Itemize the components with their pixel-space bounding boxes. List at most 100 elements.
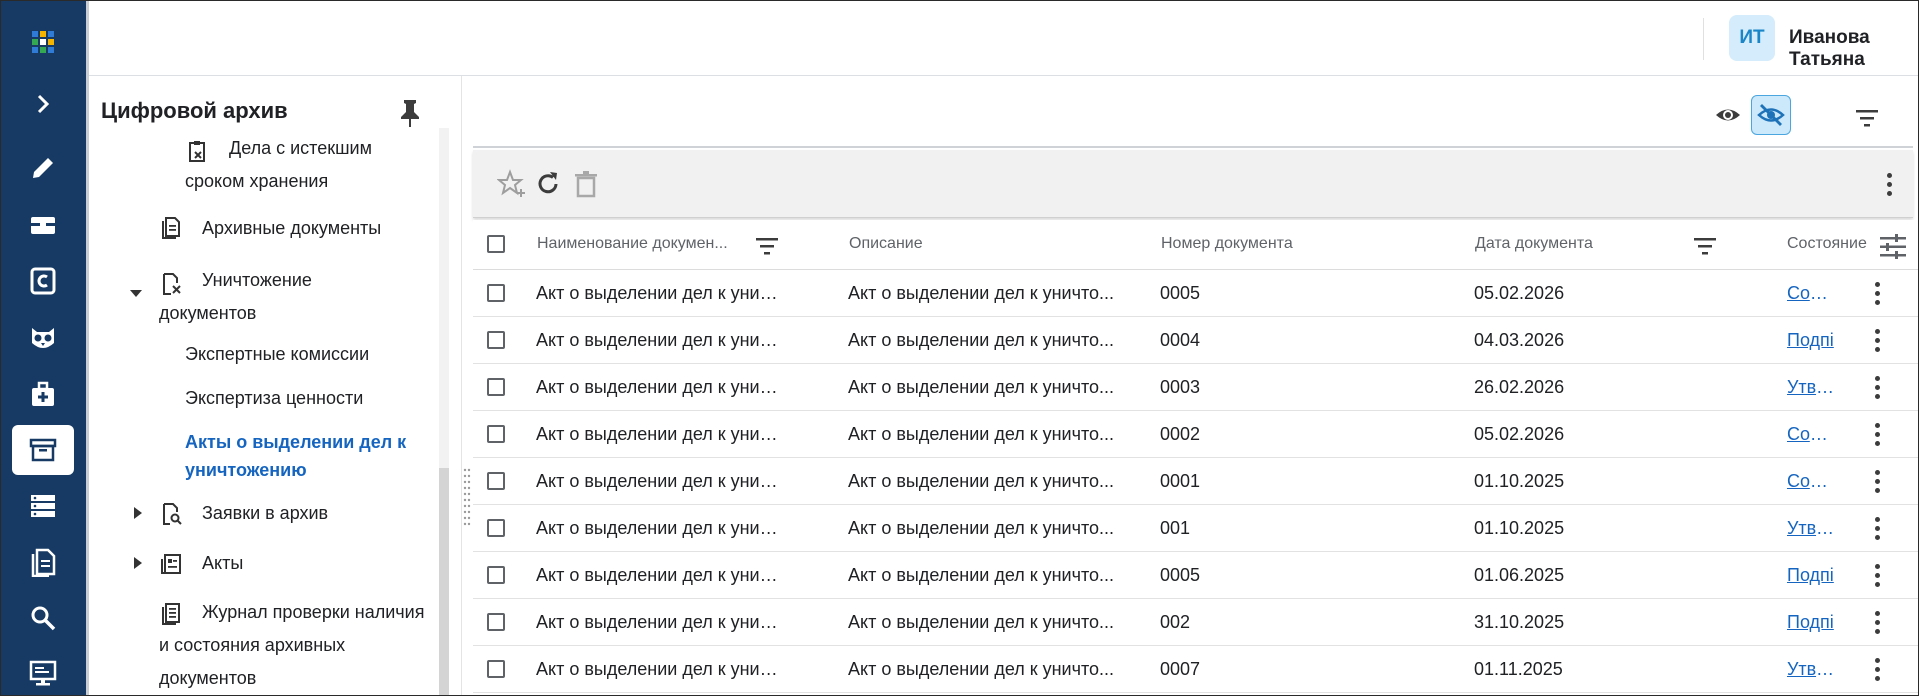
- sidebar-scrollbar[interactable]: [439, 128, 449, 696]
- cell-date: 01.10.2025: [1474, 471, 1565, 491]
- inbox-icon[interactable]: [12, 200, 74, 250]
- table-row[interactable]: Акт о выделении дел к уничто... Акт о вы…: [473, 599, 1919, 646]
- cell-state-link[interactable]: Подпі: [1787, 565, 1835, 586]
- monitor-icon[interactable]: [12, 648, 74, 696]
- cell-description: Акт о выделении дел к уничто...: [848, 518, 1115, 538]
- caret-right-icon[interactable]: [131, 506, 145, 520]
- table-row[interactable]: Акт о выделении дел к уничто... Акт о вы…: [473, 552, 1919, 599]
- toolbar-more-icon[interactable]: [1877, 169, 1901, 199]
- table-row[interactable]: Акт о выделении дел к уничто... Акт о вы…: [473, 458, 1919, 505]
- show-visible-button[interactable]: [1708, 95, 1748, 135]
- expand-chevron-icon[interactable]: [12, 79, 74, 129]
- row-more-icon[interactable]: [1865, 560, 1889, 590]
- sidebar-scrollbar-thumb[interactable]: [439, 468, 449, 696]
- row-checkbox[interactable]: [487, 613, 505, 631]
- cell-state-link[interactable]: Утвер: [1787, 518, 1835, 539]
- sidebar-item-acts[interactable]: Акты: [202, 547, 243, 580]
- server-icon[interactable]: [12, 481, 74, 531]
- resize-grip-icon[interactable]: [463, 466, 471, 528]
- row-checkbox[interactable]: [487, 331, 505, 349]
- caret-right-icon[interactable]: [131, 556, 145, 570]
- table-row[interactable]: Акт о выделении дел к уничто... Акт о вы…: [473, 270, 1919, 317]
- row-checkbox[interactable]: [487, 425, 505, 443]
- column-header-number[interactable]: Номер документа: [1161, 235, 1293, 253]
- sidebar-item-journal[interactable]: Журнал проверки наличия и состояния архи…: [159, 596, 439, 695]
- row-checkbox[interactable]: [487, 519, 505, 537]
- archive-icon[interactable]: [12, 425, 74, 475]
- c-letter-icon[interactable]: [12, 256, 74, 306]
- column-settings-icon[interactable]: [1879, 234, 1907, 260]
- cell-name: Акт о выделении дел к уничто...: [536, 377, 786, 397]
- table-row[interactable]: Акт о выделении дел к уничто... Акт о вы…: [473, 317, 1919, 364]
- cell-date: 01.06.2025: [1474, 565, 1565, 585]
- column-filter-icon[interactable]: [1693, 236, 1717, 256]
- cell-description: Акт о выделении дел к уничто...: [848, 659, 1115, 679]
- documents-icon[interactable]: [12, 537, 74, 587]
- column-header-name[interactable]: Наименование докумен...: [537, 235, 728, 253]
- row-checkbox[interactable]: [487, 566, 505, 584]
- sidebar-item-destruction[interactable]: Уничтожение документов: [159, 264, 409, 330]
- top-header: ИТ Иванова Татьяна: [89, 0, 1919, 76]
- cell-state-link[interactable]: Созда: [1787, 424, 1835, 445]
- column-header-description[interactable]: Описание: [849, 235, 923, 253]
- row-checkbox[interactable]: [487, 472, 505, 490]
- table-row[interactable]: Акт о выделении дел к уничто... Акт о вы…: [473, 646, 1919, 693]
- owl-icon[interactable]: [12, 313, 74, 363]
- row-more-icon[interactable]: [1865, 325, 1889, 355]
- cell-date: 26.02.2026: [1474, 377, 1565, 397]
- cell-state-link[interactable]: Подпі: [1787, 330, 1835, 351]
- cell-state-link[interactable]: Утвер: [1787, 659, 1835, 680]
- column-header-state[interactable]: Состояние: [1787, 235, 1867, 253]
- table-row[interactable]: Акт о выделении дел к уничто... Акт о вы…: [473, 411, 1919, 458]
- row-checkbox[interactable]: [487, 660, 505, 678]
- row-more-icon[interactable]: [1865, 654, 1889, 684]
- cell-date: 01.11.2025: [1474, 659, 1563, 679]
- cell-number: 001: [1160, 518, 1191, 538]
- row-more-icon[interactable]: [1865, 607, 1889, 637]
- row-more-icon[interactable]: [1865, 372, 1889, 402]
- select-all-checkbox[interactable]: [487, 235, 505, 253]
- row-more-icon[interactable]: [1865, 466, 1889, 496]
- sidebar-item-value-expertise[interactable]: Экспертиза ценности: [185, 382, 363, 415]
- table-row[interactable]: Акт о выделении дел к уничто... Акт о вы…: [473, 364, 1919, 411]
- cell-name: Акт о выделении дел к уничто...: [536, 330, 786, 350]
- apps-grid-icon[interactable]: [12, 17, 74, 67]
- delete-button[interactable]: [569, 167, 603, 201]
- row-more-icon[interactable]: [1865, 419, 1889, 449]
- show-hidden-button[interactable]: [1751, 95, 1791, 135]
- cell-state-link[interactable]: Утвер: [1787, 377, 1835, 398]
- trash-icon: [575, 171, 597, 198]
- column-header-date[interactable]: Дата документа: [1475, 235, 1593, 253]
- cell-number: 0001: [1160, 471, 1201, 491]
- newspaper-icon: [161, 554, 181, 574]
- add-favorite-button[interactable]: [495, 167, 529, 201]
- row-checkbox[interactable]: [487, 284, 505, 302]
- sidebar-item-expired-cases[interactable]: Дела с истекшим сроком хранения: [185, 132, 435, 198]
- sidebar-title: Цифровой архив: [101, 98, 288, 123]
- sidebar-item-archive-requests[interactable]: Заявки в архив: [202, 497, 328, 530]
- cell-description: Акт о выделении дел к уничто...: [848, 377, 1115, 397]
- refresh-button[interactable]: [531, 167, 565, 201]
- pencil-icon[interactable]: [12, 143, 74, 193]
- medical-case-icon[interactable]: [12, 370, 74, 420]
- row-more-icon[interactable]: [1865, 278, 1889, 308]
- app-rail: [0, 0, 86, 696]
- filter-icon[interactable]: [1855, 108, 1879, 128]
- row-checkbox[interactable]: [487, 378, 505, 396]
- sidebar-item-destruction-acts[interactable]: Акты о выделении дел к уничтожению: [185, 428, 425, 484]
- pin-icon[interactable]: [397, 98, 423, 128]
- cell-description: Акт о выделении дел к уничто...: [848, 424, 1115, 444]
- table-row[interactable]: Акт о выделении дел к уничто... Акт о вы…: [473, 505, 1919, 552]
- cell-date: 05.02.2026: [1474, 283, 1565, 303]
- caret-down-icon[interactable]: [129, 286, 143, 300]
- cell-state-link[interactable]: Созда: [1787, 471, 1835, 492]
- row-more-icon[interactable]: [1865, 513, 1889, 543]
- avatar[interactable]: ИТ: [1729, 15, 1775, 61]
- cell-state-link[interactable]: Созда: [1787, 283, 1835, 304]
- sidebar-item-commissions[interactable]: Экспертные комиссии: [185, 338, 369, 371]
- sidebar-item-archive-docs[interactable]: Архивные документы: [202, 212, 381, 245]
- cell-state-link[interactable]: Подпі: [1787, 612, 1835, 633]
- search-icon[interactable]: [12, 593, 74, 643]
- column-filter-icon[interactable]: [755, 236, 779, 256]
- user-name[interactable]: Иванова Татьяна: [1789, 27, 1919, 71]
